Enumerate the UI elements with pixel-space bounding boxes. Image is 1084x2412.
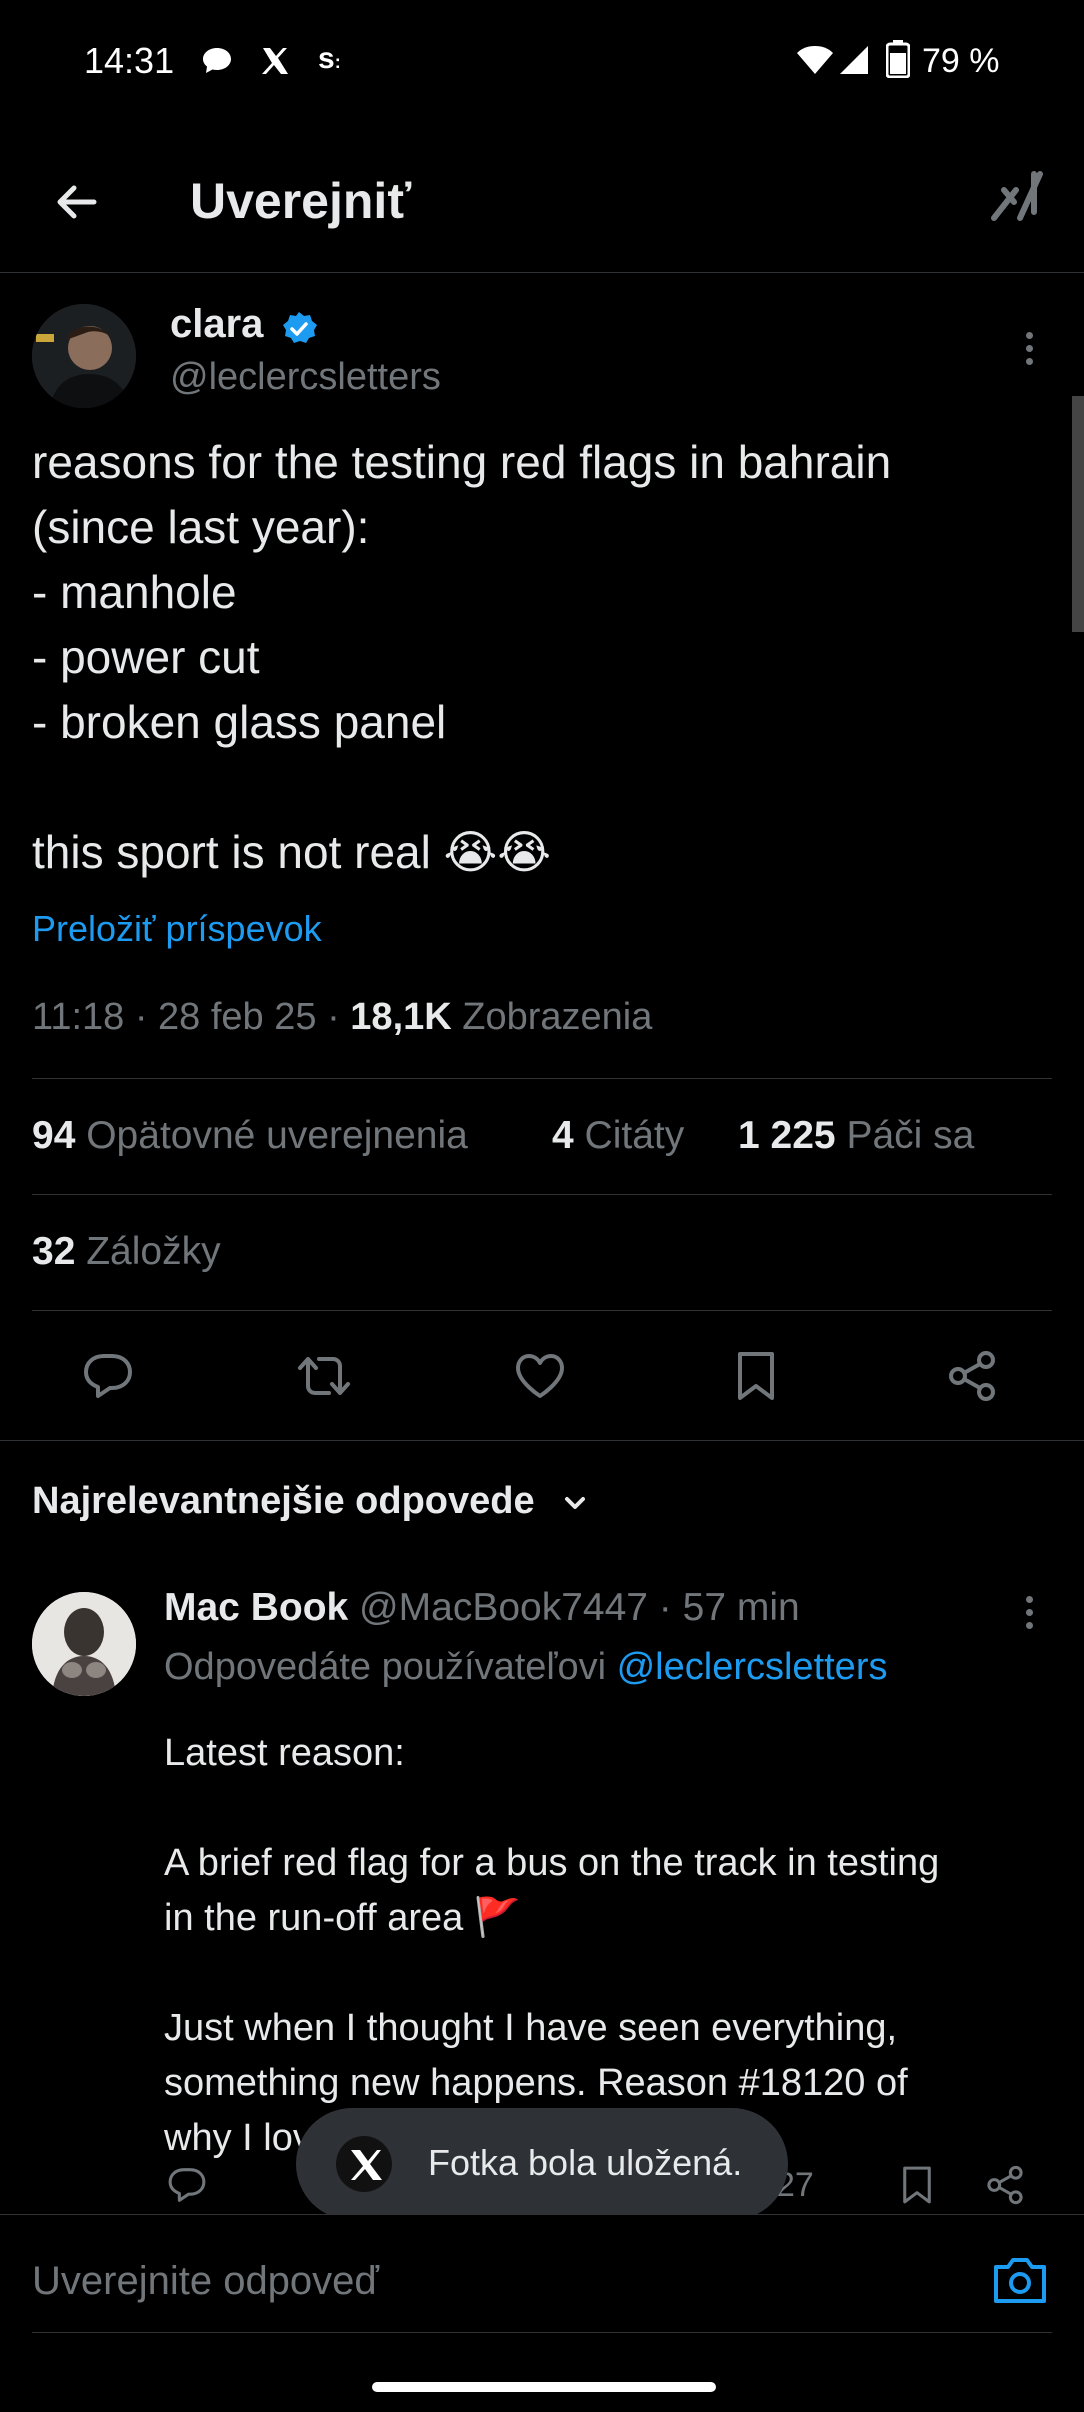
status-bar: 14:31 s: 79 % — [0, 0, 1084, 120]
reply-bookmark-button[interactable] — [894, 2162, 940, 2208]
quotes-label: Citáty — [573, 1114, 685, 1157]
toast-text: Fotka bola uložená. — [428, 2142, 743, 2183]
bookmarks-label: Záložky — [75, 1230, 221, 1273]
reply-share-button[interactable] — [982, 2162, 1028, 2208]
share-button[interactable] — [942, 1346, 1002, 1406]
wifi-icon — [796, 44, 834, 76]
reposts-stat[interactable]: 94 Opätovné uverejnenia — [32, 1114, 468, 1158]
replies-sort-dropdown[interactable]: Najrelevantnejšie odpovede — [32, 1480, 591, 1523]
reply-header: Mac Book @MacBook7447 · 57 min — [164, 1586, 800, 1630]
grok-icon — [991, 171, 1043, 221]
x-logo-icon — [336, 2136, 392, 2192]
divider — [0, 1440, 1084, 1441]
status-time: 14:31 — [84, 40, 175, 81]
reply-author-handle[interactable]: @MacBook7447 — [359, 1586, 648, 1629]
gesture-nav-handle[interactable] — [372, 2382, 716, 2392]
compose-divider — [32, 2332, 1052, 2333]
reply-input[interactable]: Uverejnite odpoveď — [32, 2259, 379, 2304]
s-app-icon: s: — [318, 42, 341, 75]
camera-icon — [994, 2258, 1046, 2303]
replying-to: Odpovedáte používateľovi @leclercsletter… — [164, 1646, 887, 1689]
reply-text: Latest reason: A brief red flag for a bu… — [164, 1732, 940, 2159]
reply-icon — [84, 1354, 132, 1398]
reply-author-name[interactable]: Mac Book — [164, 1586, 348, 1629]
post-meta: 11:18 · 28 feb 25 · 18,1K Zobrazenia — [32, 996, 652, 1039]
author-handle[interactable]: @leclercsletters — [170, 356, 441, 399]
reply-button[interactable] — [78, 1346, 138, 1406]
post-time: 11:18 · 28 feb 25 · — [32, 996, 351, 1038]
x-logo-icon — [258, 44, 292, 78]
battery-icon — [886, 40, 910, 78]
divider — [32, 1310, 1052, 1311]
back-button[interactable] — [48, 172, 108, 232]
translate-post-link[interactable]: Preložiť príspevok — [32, 908, 322, 950]
grok-button[interactable] — [990, 168, 1046, 224]
share-icon — [949, 1351, 995, 1401]
more-options-icon[interactable] — [1026, 332, 1036, 371]
like-button[interactable] — [510, 1346, 570, 1406]
camera-button[interactable] — [992, 2255, 1048, 2305]
bookmark-icon — [903, 2166, 931, 2204]
repost-icon — [298, 1357, 350, 1395]
reply-avatar[interactable] — [32, 1592, 136, 1696]
author-avatar[interactable] — [32, 304, 136, 408]
scrollbar[interactable] — [1072, 396, 1084, 632]
heart-icon — [516, 1354, 564, 1398]
bookmarks-stat[interactable]: 32 Záložky — [32, 1230, 221, 1274]
verified-badge-icon — [280, 310, 318, 348]
reposts-label: Opätovné uverejnenia — [75, 1114, 468, 1157]
reposts-count: 94 — [32, 1114, 76, 1157]
reply-icon — [168, 2168, 206, 2202]
likes-count: 1 225 — [738, 1114, 836, 1157]
quotes-stat[interactable]: 4 Citáty — [552, 1114, 684, 1158]
signal-icon — [838, 44, 870, 76]
toast-notification: Fotka bola uložená. — [296, 2108, 788, 2220]
reply-time: · 57 min — [647, 1586, 800, 1629]
share-icon — [987, 2165, 1023, 2205]
bookmark-button[interactable] — [726, 1346, 786, 1406]
header-divider — [0, 272, 1084, 273]
divider — [32, 1194, 1052, 1195]
likes-stat[interactable]: 1 225 Páči sa — [738, 1114, 974, 1158]
page-title: Uverejniť — [190, 173, 412, 229]
divider — [32, 1078, 1052, 1079]
arrow-left-icon — [57, 185, 97, 219]
repost-button[interactable] — [294, 1346, 354, 1406]
battery-percent: 79 % — [922, 42, 1000, 80]
reply-compose-bar[interactable]: Uverejnite odpoveď — [0, 2214, 1084, 2333]
views-label: Zobrazenia — [451, 996, 653, 1038]
likes-label: Páči sa — [835, 1114, 975, 1157]
replying-to-handle[interactable]: @leclercsletters — [617, 1646, 888, 1688]
replies-sort-label: Najrelevantnejšie odpovede — [32, 1480, 535, 1522]
replying-to-prefix: Odpovedáte používateľovi — [164, 1646, 617, 1688]
author-name[interactable]: clara — [170, 302, 263, 347]
bookmarks-count: 32 — [32, 1230, 76, 1273]
reply-more-options-icon[interactable] — [1026, 1596, 1036, 1635]
views-count: 18,1K — [350, 996, 452, 1038]
post-text: reasons for the testing red flags in bah… — [32, 436, 892, 878]
quotes-count: 4 — [552, 1114, 574, 1157]
bookmark-icon — [738, 1352, 774, 1400]
chat-bubble-icon — [200, 44, 234, 78]
chevron-down-icon — [559, 1487, 591, 1519]
reply-reply-button[interactable] — [164, 2162, 210, 2208]
